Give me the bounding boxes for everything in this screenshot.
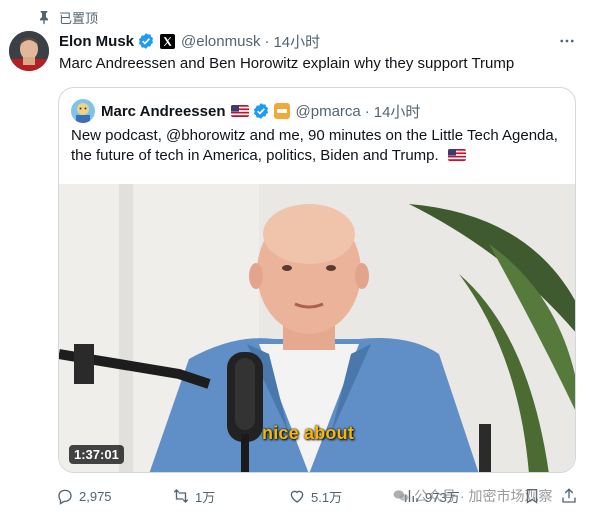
watermark-text: 公众号 · 加密市场观察 [414,488,553,504]
reply-button[interactable]: 2,975 [56,484,112,508]
a16z-badge-icon [273,103,290,119]
us-flag-emoji-icon [447,149,466,161]
pinned-label: 已置顶 [59,10,99,26]
video-duration: 1:37:01 [69,445,124,464]
video-caption: nice about [262,423,355,443]
tweet-text: Marc Andreessen and Ben Horowitz explain… [59,55,515,72]
retweet-count: 1万 [195,489,216,505]
pin-icon [36,9,52,25]
x-logo-icon [160,33,176,49]
reply-count: 2,975 [79,488,112,504]
quote-separator-dot: · [364,102,370,120]
quote-header: Marc Andreessen @pmarca · 14小时 [71,99,421,123]
us-flag-icon [230,105,249,117]
author-handle[interactable]: @elonmusk [181,33,260,50]
quote-verified-badge-icon [252,102,270,120]
quoted-tweet-card[interactable]: Marc Andreessen @pmarca · 14小时 New podca… [58,87,576,473]
quote-author-handle[interactable]: @pmarca [296,103,361,120]
tweet-header: Elon Musk @elonmusk · 14小时 [59,30,591,52]
author-name[interactable]: Elon Musk [59,33,134,50]
quote-text: New podcast, @bhorowitz and me, 90 minut… [71,126,563,166]
verified-badge-icon [137,32,155,50]
pinned-indicator: 已置顶 [36,8,98,26]
share-icon [562,488,576,503]
share-button[interactable] [560,484,578,508]
retweet-icon [173,489,189,503]
quote-author-avatar[interactable] [71,99,95,123]
quote-text-body: New podcast, @bhorowitz and me, 90 minut… [71,127,558,164]
more-options-icon[interactable] [557,30,577,52]
video-player[interactable]: 1:37:01 nice about [59,184,575,472]
quote-time[interactable]: 14小时 [374,101,421,122]
author-avatar[interactable] [9,31,49,71]
tweet-time[interactable]: 14小时 [273,31,320,52]
watermark: 公众号 · 加密市场观察 [392,486,552,506]
like-button[interactable]: 5.1万 [288,484,342,508]
like-count: 5.1万 [311,489,343,505]
wechat-icon [392,487,410,505]
retweet-button[interactable]: 1万 [172,484,215,508]
reply-icon [58,489,72,505]
quote-author-name[interactable]: Marc Andreessen [101,103,226,120]
heart-icon [290,490,304,503]
separator-dot: · [264,32,270,50]
